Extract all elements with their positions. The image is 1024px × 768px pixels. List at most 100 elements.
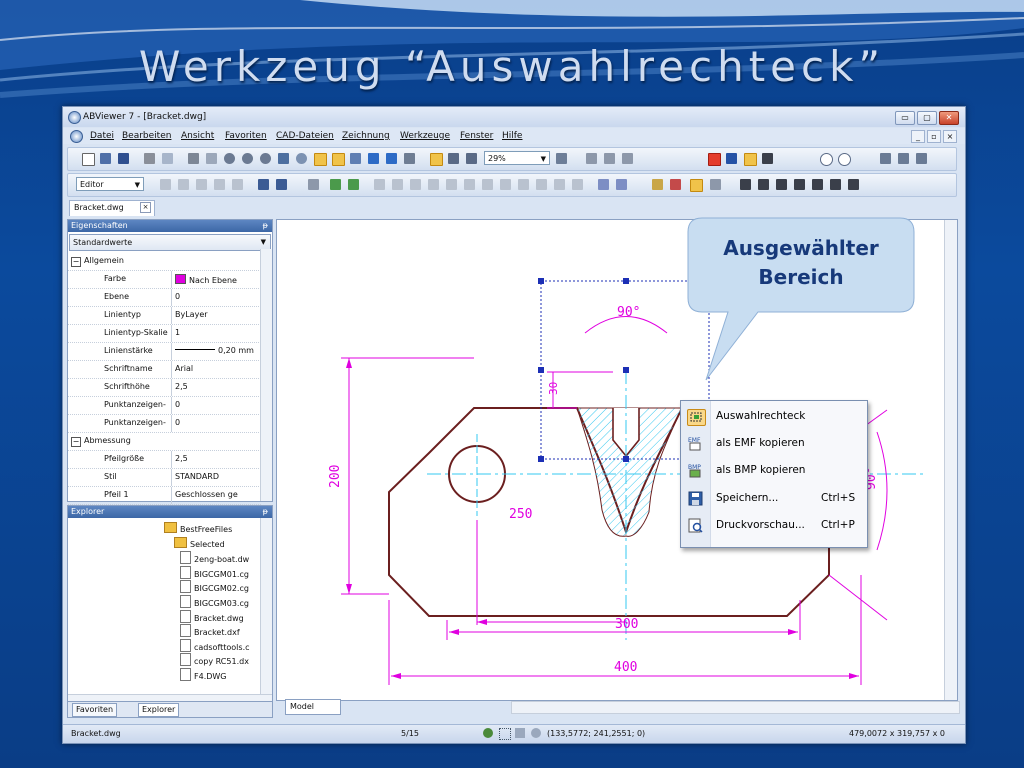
select-icon[interactable] bbox=[690, 179, 703, 192]
dim-align-icon[interactable] bbox=[616, 179, 627, 190]
zoom-apply-icon[interactable] bbox=[556, 153, 567, 164]
collapse-icon[interactable]: − bbox=[71, 437, 81, 447]
extend-icon[interactable] bbox=[500, 179, 511, 190]
property-row[interactable]: Punktanzeigen- 0 bbox=[68, 397, 261, 415]
property-row[interactable]: Ebene 0 bbox=[68, 289, 261, 307]
properties-scrollbar[interactable] bbox=[260, 249, 272, 501]
tab-explorer[interactable]: Explorer bbox=[138, 703, 180, 717]
menu-item-bmp[interactable]: BMP als BMP kopieren bbox=[681, 458, 867, 484]
property-category[interactable]: − Allgemein bbox=[68, 253, 261, 271]
property-value[interactable]: 1 bbox=[175, 328, 257, 337]
clock-icon[interactable] bbox=[838, 153, 851, 166]
tab-favoriten[interactable]: Favoriten bbox=[72, 703, 118, 717]
maximize-button[interactable]: ▢ bbox=[917, 111, 937, 125]
white-background-icon[interactable] bbox=[350, 153, 361, 164]
rotate-icon[interactable] bbox=[410, 179, 421, 190]
dim-linear-icon[interactable] bbox=[598, 179, 609, 190]
tile-horizontal-icon[interactable] bbox=[880, 153, 891, 164]
property-value[interactable]: 0,20 mm bbox=[175, 346, 257, 355]
delete-icon[interactable] bbox=[160, 179, 171, 190]
pan-icon[interactable] bbox=[278, 153, 289, 164]
menu-datei[interactable]: Datei bbox=[90, 131, 114, 141]
property-row[interactable]: Linienstärke 0,20 mm bbox=[68, 343, 261, 361]
snap-status-icon[interactable] bbox=[483, 728, 493, 738]
cascade-icon[interactable] bbox=[916, 153, 927, 164]
back-icon[interactable] bbox=[368, 153, 379, 164]
menu-item-speichern[interactable]: Speichern... Ctrl+S bbox=[681, 486, 867, 512]
menu-fenster[interactable]: Fenster bbox=[460, 131, 493, 141]
tab-bracket-dwg[interactable]: Bracket.dwg × bbox=[69, 200, 155, 216]
layers-icon[interactable] bbox=[404, 153, 415, 164]
snap-icon[interactable] bbox=[652, 179, 663, 190]
zoom-out-icon[interactable] bbox=[242, 153, 253, 164]
grid-status-icon[interactable] bbox=[499, 728, 511, 740]
curve-icon[interactable] bbox=[794, 179, 805, 190]
property-row[interactable]: Schriftname Arial bbox=[68, 361, 261, 379]
globe-icon[interactable] bbox=[820, 153, 833, 166]
image-icon[interactable] bbox=[830, 179, 841, 190]
tree-file[interactable]: BIGCGM02.cg bbox=[180, 580, 249, 594]
page-setup-icon[interactable] bbox=[586, 153, 597, 164]
arc-icon[interactable] bbox=[572, 179, 583, 190]
page-next-icon[interactable] bbox=[622, 153, 633, 164]
property-value[interactable]: Arial bbox=[175, 364, 257, 373]
tab-model[interactable]: Model bbox=[285, 699, 341, 715]
property-row[interactable]: Linientyp-Skalie 1 bbox=[68, 325, 261, 343]
print-icon[interactable] bbox=[144, 153, 155, 164]
break-icon[interactable] bbox=[518, 179, 529, 190]
tree-file[interactable]: Bracket.dxf bbox=[180, 624, 240, 638]
tree-file[interactable]: cadsofttools.c bbox=[180, 638, 250, 652]
tree-file[interactable]: BIGCGM03.cg bbox=[180, 595, 249, 608]
hatch-icon[interactable] bbox=[848, 179, 859, 190]
pin-icon[interactable]: ᵽ bbox=[263, 506, 268, 518]
menu-item-emf[interactable]: EMF als EMF kopieren bbox=[681, 431, 867, 457]
polyline-icon[interactable] bbox=[758, 179, 769, 190]
mirror-icon[interactable] bbox=[392, 179, 403, 190]
collapse-icon[interactable]: − bbox=[71, 257, 81, 267]
page-prev-icon[interactable] bbox=[604, 153, 615, 164]
blue-mode-icon[interactable] bbox=[726, 153, 737, 164]
canvas-hscrollbar[interactable] bbox=[511, 701, 960, 714]
property-value[interactable]: 2,5 bbox=[175, 382, 257, 391]
menu-item-auswahlrechteck[interactable]: Auswahlrechteck bbox=[681, 404, 867, 430]
forward-icon[interactable] bbox=[386, 153, 397, 164]
move-icon[interactable] bbox=[428, 179, 439, 190]
tree-file[interactable]: copy RC51.dx bbox=[180, 653, 249, 667]
tree-file[interactable]: Bracket.dwg bbox=[180, 609, 244, 623]
refresh-icon[interactable] bbox=[296, 153, 307, 164]
menu-bearbeiten[interactable]: Bearbeiten bbox=[122, 131, 171, 141]
property-category[interactable]: − Abmessung bbox=[68, 433, 261, 451]
yellow-mode-icon[interactable] bbox=[744, 153, 757, 166]
save-icon[interactable] bbox=[118, 153, 129, 164]
property-row[interactable]: Farbe Nach Ebene bbox=[68, 271, 261, 289]
cut-icon[interactable] bbox=[178, 179, 189, 190]
menu-ansicht[interactable]: Ansicht bbox=[181, 131, 214, 141]
zoom-window-icon[interactable] bbox=[188, 153, 199, 164]
tree-file[interactable]: BIGCGM01.cg bbox=[180, 565, 249, 579]
spline-icon[interactable] bbox=[776, 179, 787, 190]
mdi-minimize-button[interactable]: _ bbox=[911, 130, 925, 143]
menu-werkzeuge[interactable]: Werkzeuge bbox=[400, 131, 450, 141]
fit-icon[interactable] bbox=[448, 153, 459, 164]
new-icon[interactable] bbox=[82, 153, 95, 166]
paste-special-icon[interactable] bbox=[232, 179, 243, 190]
menu-favoriten[interactable]: Favoriten bbox=[225, 131, 267, 141]
property-value[interactable]: STANDARD bbox=[175, 472, 257, 481]
zoom-in-icon[interactable] bbox=[224, 153, 235, 164]
group-icon[interactable] bbox=[330, 179, 341, 190]
redo-icon[interactable] bbox=[276, 179, 287, 190]
menu-zeichnung[interactable]: Zeichnung bbox=[342, 131, 390, 141]
property-value[interactable]: 0 bbox=[175, 400, 257, 409]
zoom-extents-icon[interactable] bbox=[206, 153, 217, 164]
tile-vertical-icon[interactable] bbox=[898, 153, 909, 164]
hide-icon[interactable] bbox=[466, 153, 477, 164]
select-rect-toolbar-icon[interactable] bbox=[430, 153, 443, 166]
copy-icon[interactable] bbox=[196, 179, 207, 190]
fillet-icon[interactable] bbox=[536, 179, 547, 190]
mdi-restore-button[interactable]: ▫ bbox=[927, 130, 941, 143]
property-row[interactable]: Pfeilgröße 2,5 bbox=[68, 451, 261, 469]
tool-icon[interactable] bbox=[308, 179, 319, 190]
ungroup-icon[interactable] bbox=[348, 179, 359, 190]
pen-icon[interactable] bbox=[374, 179, 385, 190]
pencil-icon[interactable] bbox=[812, 179, 823, 190]
